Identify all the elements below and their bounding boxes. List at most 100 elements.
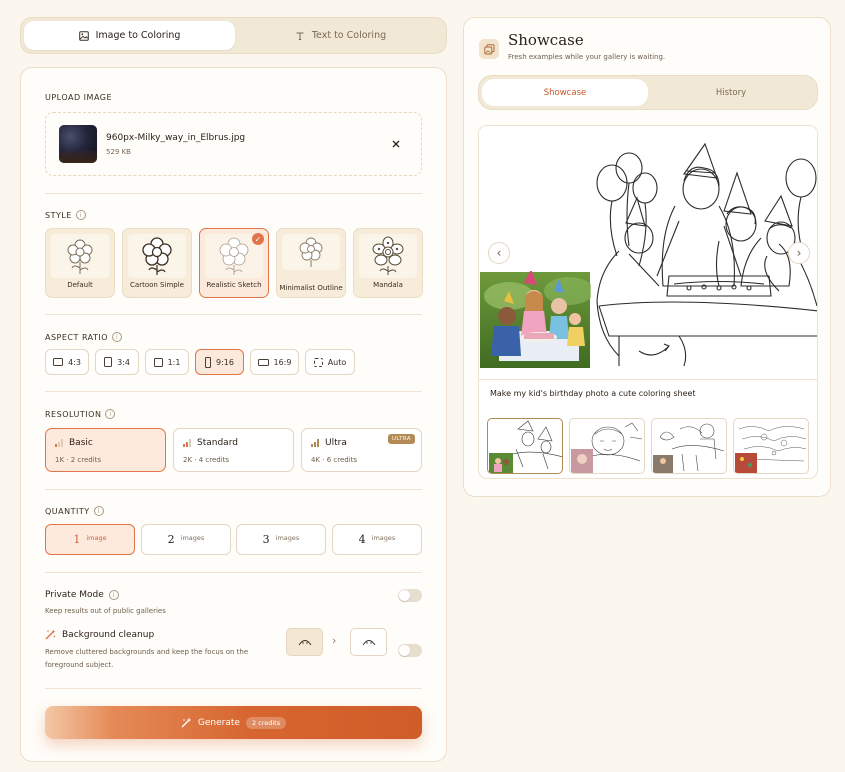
aspect-ratio-9-16[interactable]: 9:16 xyxy=(195,349,244,375)
quantity-2[interactable]: 2 images xyxy=(141,524,231,555)
quantity-number: 1 xyxy=(73,533,81,546)
aspect-ratio-option-label: 3:4 xyxy=(117,357,130,367)
style-option-realistic-sketch[interactable]: ✓ Realistic Sketch xyxy=(199,228,269,298)
quantity-number: 2 xyxy=(167,533,175,546)
showcase-thumbnails xyxy=(487,418,817,474)
resolution-title: Ultra xyxy=(311,438,347,448)
resolution-option-sub: 2K · 4 credits xyxy=(183,456,230,464)
text-icon xyxy=(296,32,304,40)
upload-image-label: UPLOAD IMAGE xyxy=(45,93,113,102)
style-option-minimalist-outline[interactable]: Minimalist Outline xyxy=(276,228,346,298)
style-option-label: Default xyxy=(67,281,93,289)
quantity-3[interactable]: 3 images xyxy=(236,524,326,555)
resolution-ultra[interactable]: Ultra ULTRA 4K · 6 credits xyxy=(301,428,422,472)
quantity-number: 4 xyxy=(358,533,366,546)
upload-dropzone[interactable]: 960px-Milky_way_in_Elbrus.jpg 529 KB xyxy=(45,112,422,176)
quantity-unit: images xyxy=(275,534,300,542)
tab-image-to-coloring[interactable]: Image to Coloring xyxy=(24,21,235,50)
generate-label: Generate xyxy=(197,717,240,728)
tab-text-to-coloring[interactable]: Text to Coloring xyxy=(235,21,446,50)
bg-cleanup-after-preview xyxy=(350,628,387,656)
mandala-flower-icon xyxy=(372,236,404,275)
bg-cleanup-toggle[interactable] xyxy=(398,644,422,657)
divider xyxy=(45,572,422,573)
aspect-ratio-4-3[interactable]: 4:3 xyxy=(45,349,89,375)
private-mode-toggle[interactable] xyxy=(398,589,422,602)
uploaded-image-thumbnail xyxy=(59,125,97,163)
showcase-thumbnail[interactable] xyxy=(651,418,727,474)
aspect-ratio-option-label: 1:1 xyxy=(167,357,181,367)
portrait-ratio-icon xyxy=(104,357,113,367)
thumbnail-image xyxy=(735,426,807,473)
quantity-label: QUANTITY i xyxy=(45,506,104,516)
private-mode-title: Private Mode i xyxy=(45,590,119,600)
aspect-ratio-16-9[interactable]: 16:9 xyxy=(250,349,299,375)
tab-text-to-coloring-label: Text to Coloring xyxy=(311,30,387,41)
divider xyxy=(479,379,817,380)
bg-cleanup-description: Remove cluttered backgrounds and keep th… xyxy=(45,648,249,669)
quantity-4[interactable]: 4 images xyxy=(332,524,422,555)
tab-image-to-coloring-label: Image to Coloring xyxy=(95,30,181,41)
resolution-label: RESOLUTION i xyxy=(45,409,116,419)
showcase-panel: Showcase Fresh examples while your galle… xyxy=(463,17,831,497)
thumbnail-image xyxy=(653,423,725,473)
showcase-thumbnail[interactable] xyxy=(487,418,563,474)
aspect-ratio-options: 4:3 3:4 1:1 9:16 16:9 Auto xyxy=(45,349,422,375)
gallery-icon xyxy=(479,39,499,59)
style-option-mandala[interactable]: Mandala xyxy=(353,228,423,298)
aspect-ratio-3-4[interactable]: 3:4 xyxy=(95,349,139,375)
style-label-text: STYLE xyxy=(45,210,72,220)
flower-icon xyxy=(299,237,323,267)
landscape-ratio-icon xyxy=(53,358,64,366)
style-label: STYLE i xyxy=(45,210,86,220)
showcase-thumbnail[interactable] xyxy=(733,418,809,474)
signal-bars-icon xyxy=(183,439,191,447)
chevron-right-icon: › xyxy=(796,246,802,260)
generate-button[interactable]: Generate 2 credits xyxy=(45,706,422,739)
info-icon[interactable]: i xyxy=(112,332,123,342)
info-icon[interactable]: i xyxy=(93,506,104,516)
resolution-option-title: Standard xyxy=(197,438,238,448)
image-icon xyxy=(78,30,89,41)
style-option-default[interactable]: Default xyxy=(45,228,115,298)
signal-bars-icon xyxy=(311,439,319,447)
signal-bars-icon xyxy=(55,439,63,447)
uploaded-file-name: 960px-Milky_way_in_Elbrus.jpg xyxy=(106,133,246,143)
resolution-option-title: Ultra xyxy=(325,438,347,448)
resolution-title: Standard xyxy=(183,438,238,448)
resolution-standard[interactable]: Standard 2K · 4 credits xyxy=(173,428,294,472)
style-options: Default Cartoon Simple ✓ Realistic Sketc… xyxy=(45,228,423,298)
quantity-number: 3 xyxy=(262,533,270,546)
aspect-ratio-auto[interactable]: Auto xyxy=(305,349,355,375)
showcase-tabs: Showcase History xyxy=(478,75,818,110)
info-icon[interactable]: i xyxy=(105,409,116,419)
showcase-subtitle: Fresh examples while your gallery is wai… xyxy=(508,53,666,61)
carousel-prev-button[interactable]: ‹ xyxy=(488,242,510,264)
close-icon xyxy=(392,140,400,148)
magic-wand-icon xyxy=(45,629,56,640)
tab-history[interactable]: History xyxy=(648,79,814,106)
style-preview xyxy=(51,234,109,278)
quantity-1[interactable]: 1 image xyxy=(45,524,135,555)
style-option-label: Realistic Sketch xyxy=(206,281,262,289)
showcase-title: Showcase xyxy=(508,31,584,49)
divider xyxy=(45,489,422,490)
carousel-next-button[interactable]: › xyxy=(788,242,810,264)
info-icon[interactable]: i xyxy=(75,210,86,220)
resolution-label-text: RESOLUTION xyxy=(45,409,102,419)
aspect-ratio-option-label: 16:9 xyxy=(273,357,292,367)
aspect-ratio-option-label: 9:16 xyxy=(216,357,234,367)
chevron-left-icon: ‹ xyxy=(496,246,502,260)
copy-image-icon xyxy=(483,43,494,54)
info-icon[interactable]: i xyxy=(108,590,119,600)
style-option-cartoon-simple[interactable]: Cartoon Simple xyxy=(122,228,192,298)
face-sketch-icon xyxy=(298,640,311,646)
aspect-ratio-1-1[interactable]: 1:1 xyxy=(145,349,189,375)
settings-panel: UPLOAD IMAGE 960px-Milky_way_in_Elbrus.j… xyxy=(20,67,447,762)
remove-file-button[interactable] xyxy=(389,137,403,151)
divider xyxy=(45,314,422,315)
showcase-thumbnail[interactable] xyxy=(569,418,645,474)
quantity-options: 1 image 2 images 3 images 4 images xyxy=(45,524,422,555)
tab-showcase[interactable]: Showcase xyxy=(482,79,648,106)
resolution-basic[interactable]: Basic 1K · 2 credits xyxy=(45,428,166,472)
